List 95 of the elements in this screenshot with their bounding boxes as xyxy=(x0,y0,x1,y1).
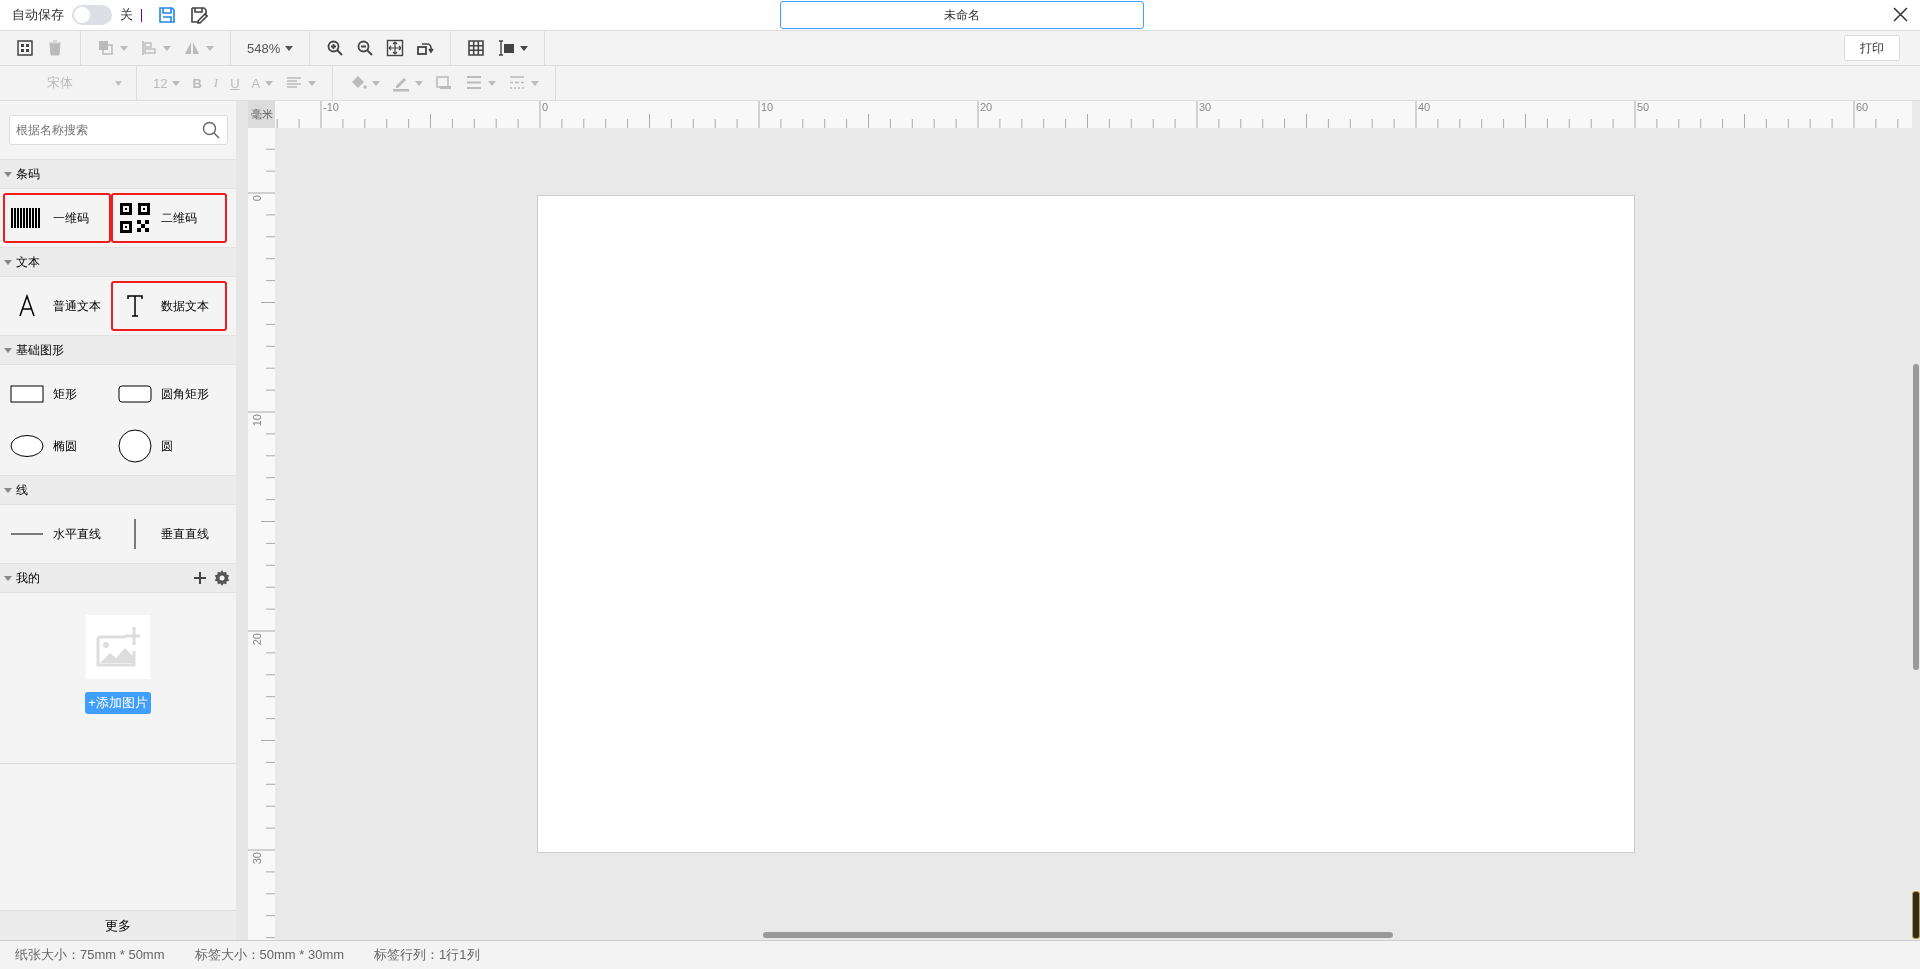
save-as-icon[interactable] xyxy=(190,6,208,24)
caret-icon xyxy=(372,80,381,86)
caret-icon xyxy=(4,487,12,493)
status-text: 标签大小：50mm * 30mm xyxy=(194,946,345,964)
ruler-label: 0 xyxy=(542,101,549,113)
add-icon[interactable] xyxy=(194,572,206,584)
search-field[interactable]: 根据名称搜索 xyxy=(9,115,228,145)
caret-icon xyxy=(172,80,181,86)
ruler-label: 50 xyxy=(1637,101,1650,113)
status-text: 标签行列：1行1列 xyxy=(374,946,480,964)
status-text: 纸张大小：75mm * 50mm xyxy=(15,946,165,964)
letter-t-icon xyxy=(126,294,144,318)
circle-icon xyxy=(118,429,152,463)
side-handle-icon[interactable] xyxy=(1912,891,1920,939)
label-canvas[interactable] xyxy=(537,195,1635,853)
caret-icon xyxy=(415,80,424,86)
autosave-state: 关 xyxy=(120,6,133,24)
component-item[interactable]: 一维码 xyxy=(3,193,111,243)
ruler-label: 10 xyxy=(251,414,263,427)
search-icon xyxy=(202,121,220,139)
zoom-level-dropdown[interactable]: 548% xyxy=(243,35,298,61)
qr-code-icon xyxy=(120,203,150,233)
caret-icon xyxy=(265,80,274,86)
zoom-out-icon xyxy=(356,39,375,57)
caret-icon xyxy=(308,80,317,86)
caret-icon xyxy=(531,80,540,86)
ruler-label: 30 xyxy=(1199,101,1212,113)
ruler-unit-label: 毫米 xyxy=(248,101,275,128)
rounded-rectangle-icon xyxy=(118,385,152,403)
save-icon[interactable] xyxy=(158,6,176,24)
grid-icon xyxy=(467,39,486,57)
ruler-label: -10 xyxy=(323,101,339,113)
component-item[interactable]: 圆 xyxy=(111,421,227,471)
caret-icon xyxy=(520,45,529,51)
horizontal-line-icon xyxy=(11,533,43,535)
ruler-label: 60 xyxy=(1856,101,1869,113)
barcode-icon xyxy=(11,207,43,229)
autosave-label: 自动保存 xyxy=(12,6,64,24)
component-item[interactable]: 椭圆 xyxy=(3,421,111,471)
section-header[interactable]: 基础图形 xyxy=(0,335,236,365)
caret-icon xyxy=(4,171,12,177)
section-header[interactable]: 我的 xyxy=(0,563,236,593)
caret-icon xyxy=(115,80,122,86)
fit-icon xyxy=(386,39,405,57)
ellipse-icon xyxy=(10,434,44,458)
line-width-icon xyxy=(465,74,484,92)
align-icon xyxy=(140,39,158,57)
section-title: 条码 xyxy=(16,165,40,183)
zoom-in-icon xyxy=(326,39,345,57)
component-item[interactable]: 普通文本 xyxy=(3,281,111,331)
delete-icon xyxy=(46,39,64,57)
close-icon[interactable] xyxy=(1893,7,1908,22)
section-title: 基础图形 xyxy=(16,341,64,359)
caret-icon xyxy=(488,80,497,86)
caret-icon xyxy=(285,45,294,51)
ruler-unit-icon xyxy=(497,39,516,57)
caret-icon xyxy=(4,347,12,353)
caret-icon xyxy=(206,45,214,51)
layer-icon xyxy=(97,39,115,57)
settings-icon[interactable] xyxy=(214,570,230,586)
scrollbar-thumb[interactable] xyxy=(763,932,1393,938)
ruler-label: 30 xyxy=(251,852,263,865)
ruler-label: 20 xyxy=(980,101,993,113)
section-title: 线 xyxy=(16,481,28,499)
vertical-line-icon xyxy=(134,519,136,549)
component-item[interactable]: 数据文本 xyxy=(111,281,227,331)
component-item[interactable]: 矩形 xyxy=(3,369,111,419)
section-header[interactable]: 线 xyxy=(0,475,236,505)
shadow-icon xyxy=(435,74,454,92)
ruler-label: 20 xyxy=(251,633,263,646)
rectangle-icon xyxy=(10,385,44,403)
add-image-icon xyxy=(96,627,140,667)
print-button[interactable]: 打印 xyxy=(1844,35,1900,61)
section-header[interactable]: 文本 xyxy=(0,247,236,277)
component-item[interactable]: 圆角矩形 xyxy=(111,369,227,419)
dash-icon xyxy=(508,74,527,92)
scrollbar-thumb[interactable] xyxy=(1913,364,1919,670)
component-item[interactable]: 水平直线 xyxy=(3,509,111,559)
more-button[interactable]: 更多 xyxy=(0,910,236,940)
ruler-label: 10 xyxy=(761,101,774,113)
ruler-label: 40 xyxy=(1418,101,1431,113)
caret-icon xyxy=(163,45,171,51)
component-item[interactable]: 垂直直线 xyxy=(111,509,227,559)
ruler-label: 0 xyxy=(251,195,263,202)
section-title: 文本 xyxy=(16,253,40,271)
autosave-toggle[interactable] xyxy=(72,5,112,25)
section-title: 我的 xyxy=(16,569,40,587)
caret-icon xyxy=(4,259,12,265)
caret-icon xyxy=(4,575,12,581)
select-all-icon xyxy=(16,39,34,57)
section-header[interactable]: 条码 xyxy=(0,159,236,189)
component-item[interactable]: 二维码 xyxy=(111,193,227,243)
caret-icon xyxy=(120,45,128,51)
letter-a-icon xyxy=(17,294,37,318)
document-title-field[interactable]: 未命名 xyxy=(780,1,1144,29)
